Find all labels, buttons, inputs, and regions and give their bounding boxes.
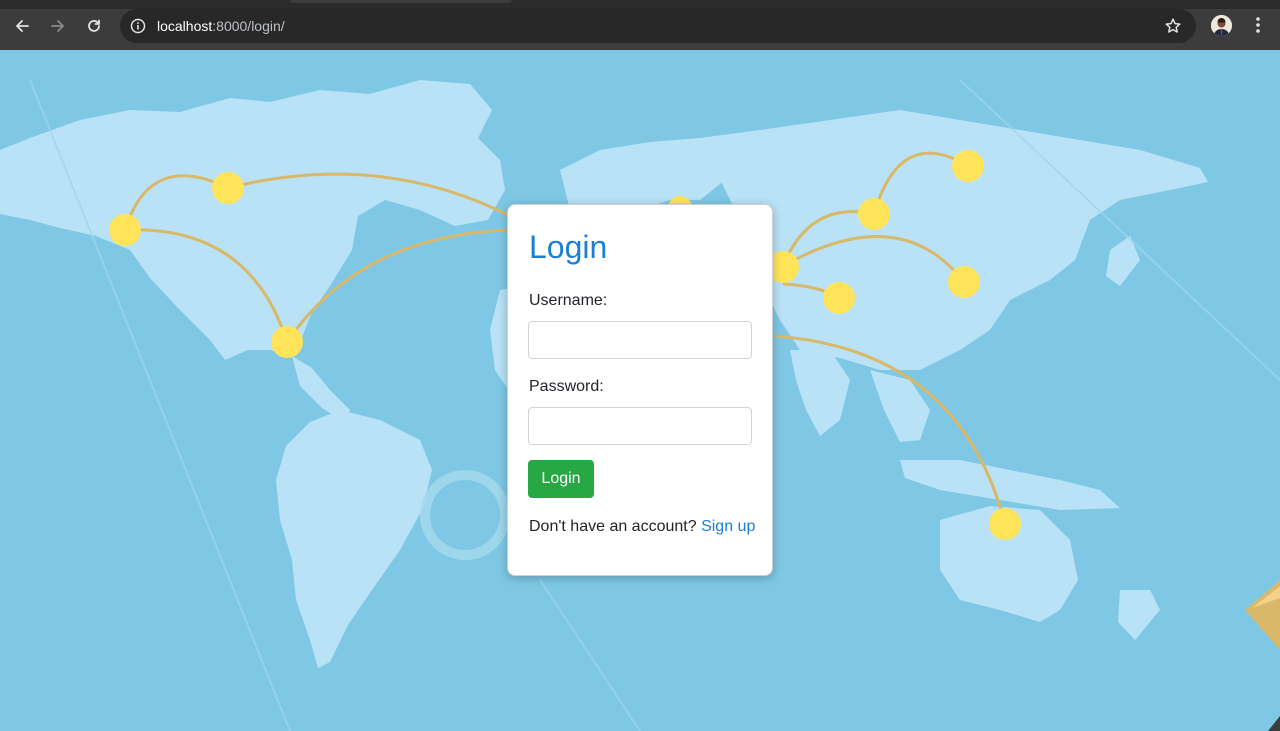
profile-avatar[interactable] <box>1211 15 1232 36</box>
forward-button[interactable] <box>45 13 71 39</box>
address-bar[interactable]: localhost:8000/login/ <box>120 9 1196 43</box>
signup-prompt-text: Don't have an account? <box>529 518 697 535</box>
url-path: :8000/login/ <box>212 18 285 34</box>
signup-prompt: Don't have an account? Sign up <box>529 517 755 537</box>
url-text[interactable]: localhost:8000/login/ <box>157 17 285 35</box>
login-button[interactable]: Login <box>528 460 594 498</box>
reload-button[interactable] <box>81 13 107 39</box>
arrow-right-icon <box>51 20 64 32</box>
corner-stamp <box>1245 580 1280 731</box>
password-input[interactable] <box>528 407 752 445</box>
arrow-left-icon <box>16 20 29 32</box>
login-card: Login Username: Password: Login Don't ha… <box>507 204 773 576</box>
username-input[interactable] <box>528 321 752 359</box>
star-icon[interactable] <box>1164 17 1182 35</box>
tab-strip <box>0 0 1280 9</box>
username-label: Username: <box>529 292 608 309</box>
reload-icon <box>88 19 100 32</box>
tab-edge <box>290 0 512 3</box>
avatar-icon <box>1211 15 1232 36</box>
kebab-menu-icon[interactable] <box>1249 14 1267 36</box>
browser-toolbar: localhost:8000/login/ <box>0 0 1280 50</box>
password-label: Password: <box>529 378 604 395</box>
login-title: Login <box>529 229 608 265</box>
watermark-logo <box>420 470 510 560</box>
login-page: Login Username: Password: Login Don't ha… <box>0 50 1280 731</box>
signup-link[interactable]: Sign up <box>701 518 755 535</box>
back-button[interactable] <box>9 13 35 39</box>
url-host: localhost <box>157 18 213 34</box>
info-icon[interactable] <box>129 17 147 35</box>
